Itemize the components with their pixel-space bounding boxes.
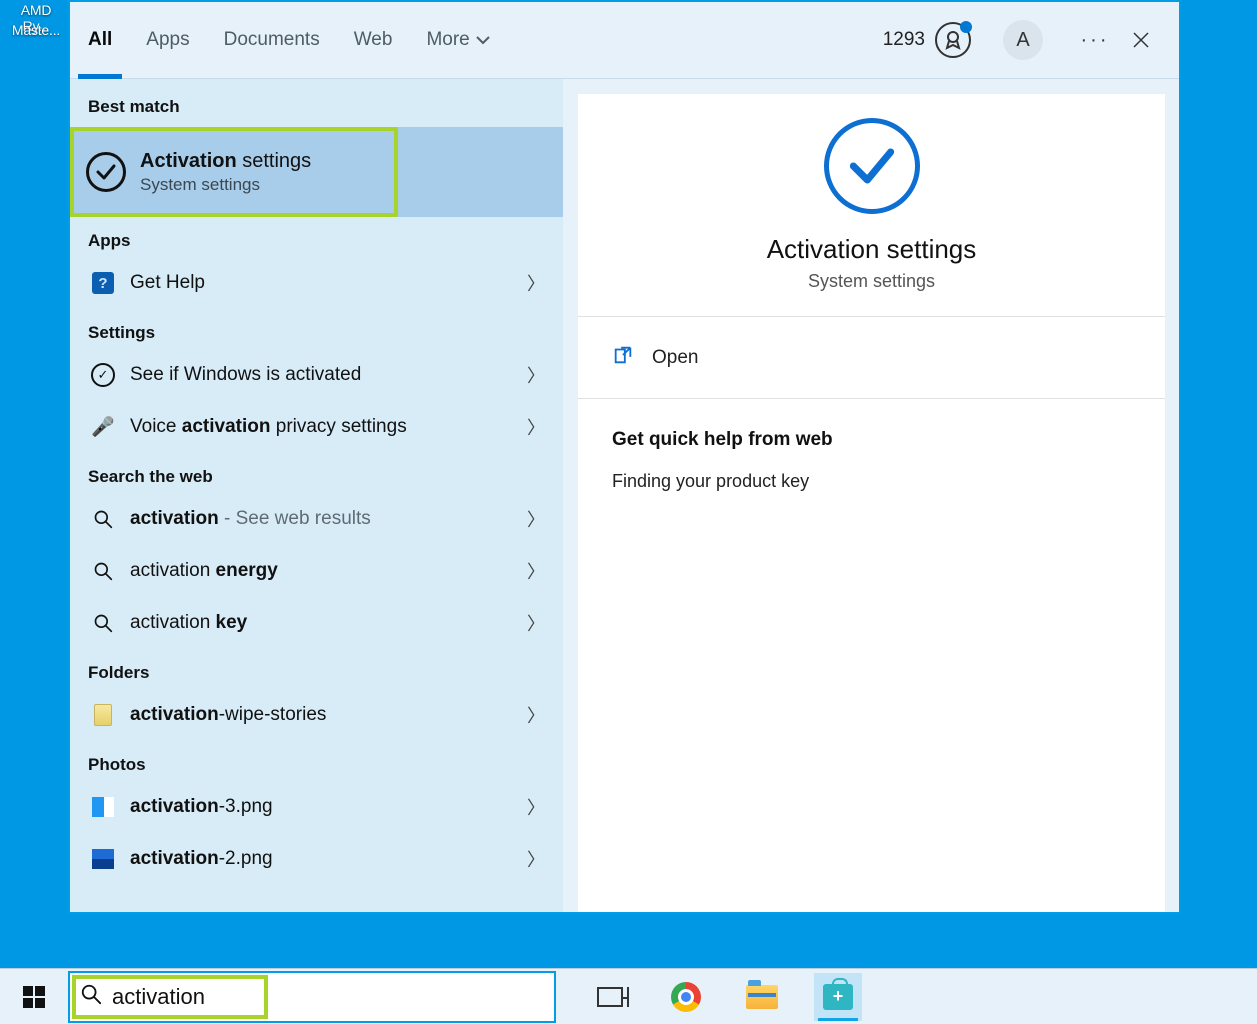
result-web-activation-energy[interactable]: activation energy 〉 [70, 545, 563, 597]
result-label: activation-3.png [130, 796, 519, 818]
desktop-icon-label[interactable]: Maste... [6, 22, 66, 38]
search-tabs: All Apps Documents Web More [88, 2, 490, 78]
search-icon [93, 561, 113, 581]
taskbar: + [0, 968, 1257, 1024]
result-folder-activation-wipe[interactable]: activation-wipe-stories 〉 [70, 689, 563, 741]
microphone-icon: 🎤 [91, 415, 115, 439]
ellipsis-icon: ··· [1081, 29, 1110, 52]
search-input[interactable] [112, 984, 544, 1010]
rewards-medal-icon[interactable] [935, 22, 971, 58]
close-button[interactable] [1121, 20, 1161, 60]
chevron-down-icon [476, 29, 490, 51]
search-icon [93, 613, 113, 633]
search-icon [93, 509, 113, 529]
results-list: Best match Activation settings System se… [70, 79, 563, 912]
notification-dot-icon [960, 21, 972, 33]
best-match-title: Activation settings [140, 150, 311, 173]
result-label: activation-2.png [130, 848, 519, 870]
task-view-button[interactable] [586, 973, 634, 1021]
taskbar-search-box[interactable] [68, 971, 556, 1023]
search-icon [80, 983, 102, 1010]
chevron-right-icon: 〉 [519, 794, 545, 820]
section-photos: Photos [70, 741, 563, 781]
tab-apps[interactable]: Apps [146, 2, 189, 78]
taskbar-app-active[interactable]: + [814, 973, 862, 1021]
tab-web[interactable]: Web [354, 2, 393, 78]
image-icon [92, 849, 114, 869]
best-match-subtitle: System settings [140, 175, 311, 195]
chevron-right-icon: 〉 [519, 362, 545, 388]
detail-title: Activation settings [767, 234, 977, 265]
result-label: activation - See web results [130, 508, 519, 530]
user-avatar[interactable]: A [1003, 20, 1043, 60]
section-best-match: Best match [70, 79, 563, 127]
chevron-right-icon: 〉 [519, 702, 545, 728]
app-icon: + [823, 984, 853, 1010]
help-heading: Get quick help from web [612, 429, 1131, 451]
tab-all[interactable]: All [88, 2, 112, 78]
result-label: activation key [130, 612, 519, 634]
search-header: All Apps Documents Web More 1293 A ··· [70, 2, 1179, 79]
best-match-result[interactable]: Activation settings System settings [70, 127, 398, 217]
section-search-web: Search the web [70, 453, 563, 493]
open-external-icon [612, 344, 634, 371]
chevron-right-icon: 〉 [519, 506, 545, 532]
start-button[interactable] [0, 969, 68, 1024]
chevron-right-icon: 〉 [519, 610, 545, 636]
checkmark-circle-icon [824, 118, 920, 214]
windows-logo-icon [23, 986, 45, 1008]
section-apps: Apps [70, 217, 563, 257]
detail-subtitle: System settings [808, 271, 935, 292]
open-label: Open [652, 347, 698, 369]
result-voice-activation[interactable]: 🎤 Voice activation privacy settings 〉 [70, 401, 563, 453]
result-label: activation-wipe-stories [130, 704, 519, 726]
image-icon [92, 797, 114, 817]
result-get-help[interactable]: ? Get Help 〉 [70, 257, 563, 309]
chevron-right-icon: 〉 [519, 558, 545, 584]
checkmark-circle-icon [86, 152, 126, 192]
chevron-right-icon: 〉 [519, 270, 545, 296]
taskbar-chrome[interactable] [662, 973, 710, 1021]
folder-icon [94, 704, 112, 726]
result-label: See if Windows is activated [130, 364, 519, 386]
detail-pane: Activation settings System settings Open… [563, 79, 1179, 912]
result-web-activation[interactable]: activation - See web results 〉 [70, 493, 563, 545]
result-label: activation energy [130, 560, 519, 582]
chrome-icon [671, 982, 701, 1012]
result-see-if-activated[interactable]: ✓ See if Windows is activated 〉 [70, 349, 563, 401]
tab-more-label: More [426, 29, 469, 51]
file-explorer-icon [746, 985, 778, 1009]
close-icon [1132, 31, 1150, 49]
result-web-activation-key[interactable]: activation key 〉 [70, 597, 563, 649]
help-link-product-key[interactable]: Finding your product key [612, 471, 1131, 492]
chevron-right-icon: 〉 [519, 414, 545, 440]
section-folders: Folders [70, 649, 563, 689]
search-window: All Apps Documents Web More 1293 A ··· B… [68, 0, 1181, 914]
result-label: Voice activation privacy settings [130, 416, 519, 438]
result-label: Get Help [130, 272, 519, 294]
detail-hero: Activation settings System settings [578, 94, 1165, 317]
checkmark-circle-icon: ✓ [91, 363, 115, 387]
tab-documents[interactable]: Documents [224, 2, 320, 78]
result-photo-activation-3[interactable]: activation-3.png 〉 [70, 781, 563, 833]
open-button[interactable]: Open [578, 317, 1165, 399]
section-settings: Settings [70, 309, 563, 349]
result-photo-activation-2[interactable]: activation-2.png 〉 [70, 833, 563, 885]
taskbar-file-explorer[interactable] [738, 973, 786, 1021]
tab-more[interactable]: More [426, 2, 489, 78]
chevron-right-icon: 〉 [519, 846, 545, 872]
rewards-count: 1293 [883, 29, 925, 51]
task-view-icon [597, 987, 623, 1007]
detail-help-section: Get quick help from web Finding your pro… [578, 399, 1165, 522]
help-app-icon: ? [92, 272, 114, 294]
options-button[interactable]: ··· [1075, 20, 1115, 60]
